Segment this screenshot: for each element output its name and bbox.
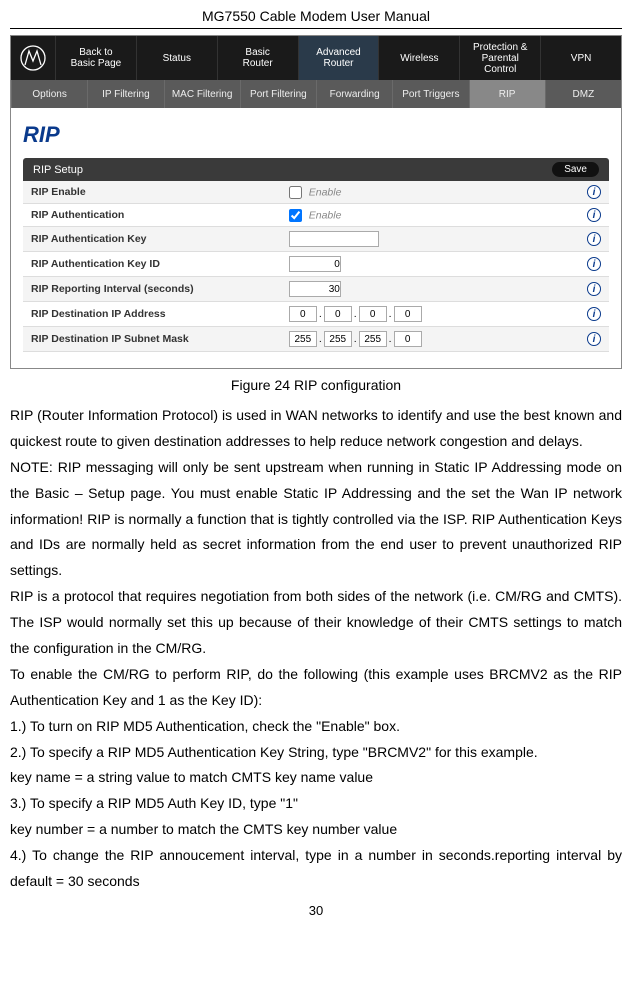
table-row: RIP Destination IP Subnet Mask ... i bbox=[23, 327, 609, 352]
info-icon[interactable]: i bbox=[587, 332, 601, 346]
subnav-mac-filtering[interactable]: MAC Filtering bbox=[164, 80, 240, 108]
body-paragraph: key number = a number to match the CMTS … bbox=[10, 817, 622, 843]
save-button[interactable]: Save bbox=[552, 162, 599, 177]
subnav-dmz[interactable]: DMZ bbox=[545, 80, 621, 108]
table-row: RIP Authentication Key i bbox=[23, 227, 609, 252]
rip-enable-text: Enable bbox=[309, 186, 342, 198]
table-row: RIP Authentication Key ID i bbox=[23, 252, 609, 277]
body-paragraph: RIP (Router Information Protocol) is use… bbox=[10, 403, 622, 455]
rip-auth-key-label: RIP Authentication Key bbox=[23, 227, 281, 252]
motorola-logo-icon bbox=[11, 36, 55, 80]
subnav-options[interactable]: Options bbox=[11, 80, 87, 108]
nav-back-to-basic[interactable]: Back toBasic Page bbox=[55, 36, 136, 80]
rip-dest-ip-octet-4[interactable] bbox=[394, 306, 422, 322]
rip-dest-ip-label: RIP Destination IP Address bbox=[23, 302, 281, 327]
subnav-forwarding[interactable]: Forwarding bbox=[316, 80, 392, 108]
info-icon[interactable]: i bbox=[587, 307, 601, 321]
nav-status[interactable]: Status bbox=[136, 36, 217, 80]
figure-caption: Figure 24 RIP configuration bbox=[10, 377, 622, 393]
body-paragraph: RIP is a protocol that requires negotiat… bbox=[10, 584, 622, 662]
page-number: 30 bbox=[10, 903, 622, 918]
document-title: MG7550 Cable Modem User Manual bbox=[10, 8, 622, 29]
rip-setup-header: RIP Setup Save bbox=[23, 158, 609, 181]
body-text: RIP (Router Information Protocol) is use… bbox=[10, 403, 622, 895]
nav-wireless[interactable]: Wireless bbox=[378, 36, 459, 80]
rip-enable-label: RIP Enable bbox=[23, 181, 281, 204]
rip-auth-key-id-input[interactable] bbox=[289, 256, 341, 272]
info-icon[interactable]: i bbox=[587, 282, 601, 296]
rip-dest-ip-octet-2[interactable] bbox=[324, 306, 352, 322]
rip-subnet-octet-1[interactable] bbox=[289, 331, 317, 347]
rip-subnet-octet-3[interactable] bbox=[359, 331, 387, 347]
rip-auth-checkbox[interactable] bbox=[289, 209, 302, 222]
rip-subnet-octet-4[interactable] bbox=[394, 331, 422, 347]
rip-subnet-label: RIP Destination IP Subnet Mask bbox=[23, 327, 281, 352]
body-paragraph: To enable the CM/RG to perform RIP, do t… bbox=[10, 662, 622, 714]
body-paragraph: key name = a string value to match CMTS … bbox=[10, 765, 622, 791]
page-title: RIP bbox=[23, 122, 609, 148]
rip-setup-label: RIP Setup bbox=[33, 164, 83, 176]
rip-auth-key-id-label: RIP Authentication Key ID bbox=[23, 252, 281, 277]
info-icon[interactable]: i bbox=[587, 208, 601, 222]
table-row: RIP Destination IP Address ... i bbox=[23, 302, 609, 327]
rip-dest-ip-octet-1[interactable] bbox=[289, 306, 317, 322]
nav-protection-parental[interactable]: Protection &Parental Control bbox=[459, 36, 540, 80]
body-paragraph: 4.) To change the RIP annoucement interv… bbox=[10, 843, 622, 895]
subnav-ip-filtering[interactable]: IP Filtering bbox=[87, 80, 163, 108]
rip-dest-ip-octet-3[interactable] bbox=[359, 306, 387, 322]
body-paragraph: NOTE: RIP messaging will only be sent up… bbox=[10, 455, 622, 584]
router-ui-screenshot: Back toBasic Page Status BasicRouter Adv… bbox=[10, 35, 622, 369]
info-icon[interactable]: i bbox=[587, 257, 601, 271]
info-icon[interactable]: i bbox=[587, 232, 601, 246]
primary-nav: Back toBasic Page Status BasicRouter Adv… bbox=[11, 36, 621, 80]
nav-vpn[interactable]: VPN bbox=[540, 36, 621, 80]
body-paragraph: 3.) To specify a RIP MD5 Auth Key ID, ty… bbox=[10, 791, 622, 817]
nav-basic-router[interactable]: BasicRouter bbox=[217, 36, 298, 80]
table-row: RIP Reporting Interval (seconds) i bbox=[23, 277, 609, 302]
rip-auth-label: RIP Authentication bbox=[23, 204, 281, 227]
rip-auth-key-input[interactable] bbox=[289, 231, 379, 247]
table-row: RIP Enable Enable i bbox=[23, 181, 609, 204]
info-icon[interactable]: i bbox=[587, 185, 601, 199]
table-row: RIP Authentication Enable i bbox=[23, 204, 609, 227]
subnav-port-triggers[interactable]: Port Triggers bbox=[392, 80, 468, 108]
rip-setup-table: RIP Enable Enable i RIP Authentication E… bbox=[23, 181, 609, 352]
body-paragraph: 2.) To specify a RIP MD5 Authentication … bbox=[10, 740, 622, 766]
rip-interval-input[interactable] bbox=[289, 281, 341, 297]
body-paragraph: 1.) To turn on RIP MD5 Authentication, c… bbox=[10, 714, 622, 740]
nav-advanced-router[interactable]: AdvancedRouter bbox=[298, 36, 379, 80]
rip-auth-text: Enable bbox=[309, 209, 342, 221]
subnav-port-filtering[interactable]: Port Filtering bbox=[240, 80, 316, 108]
rip-enable-checkbox[interactable] bbox=[289, 186, 302, 199]
rip-subnet-octet-2[interactable] bbox=[324, 331, 352, 347]
rip-interval-label: RIP Reporting Interval (seconds) bbox=[23, 277, 281, 302]
secondary-nav: Options IP Filtering MAC Filtering Port … bbox=[11, 80, 621, 108]
subnav-rip[interactable]: RIP bbox=[469, 80, 545, 108]
